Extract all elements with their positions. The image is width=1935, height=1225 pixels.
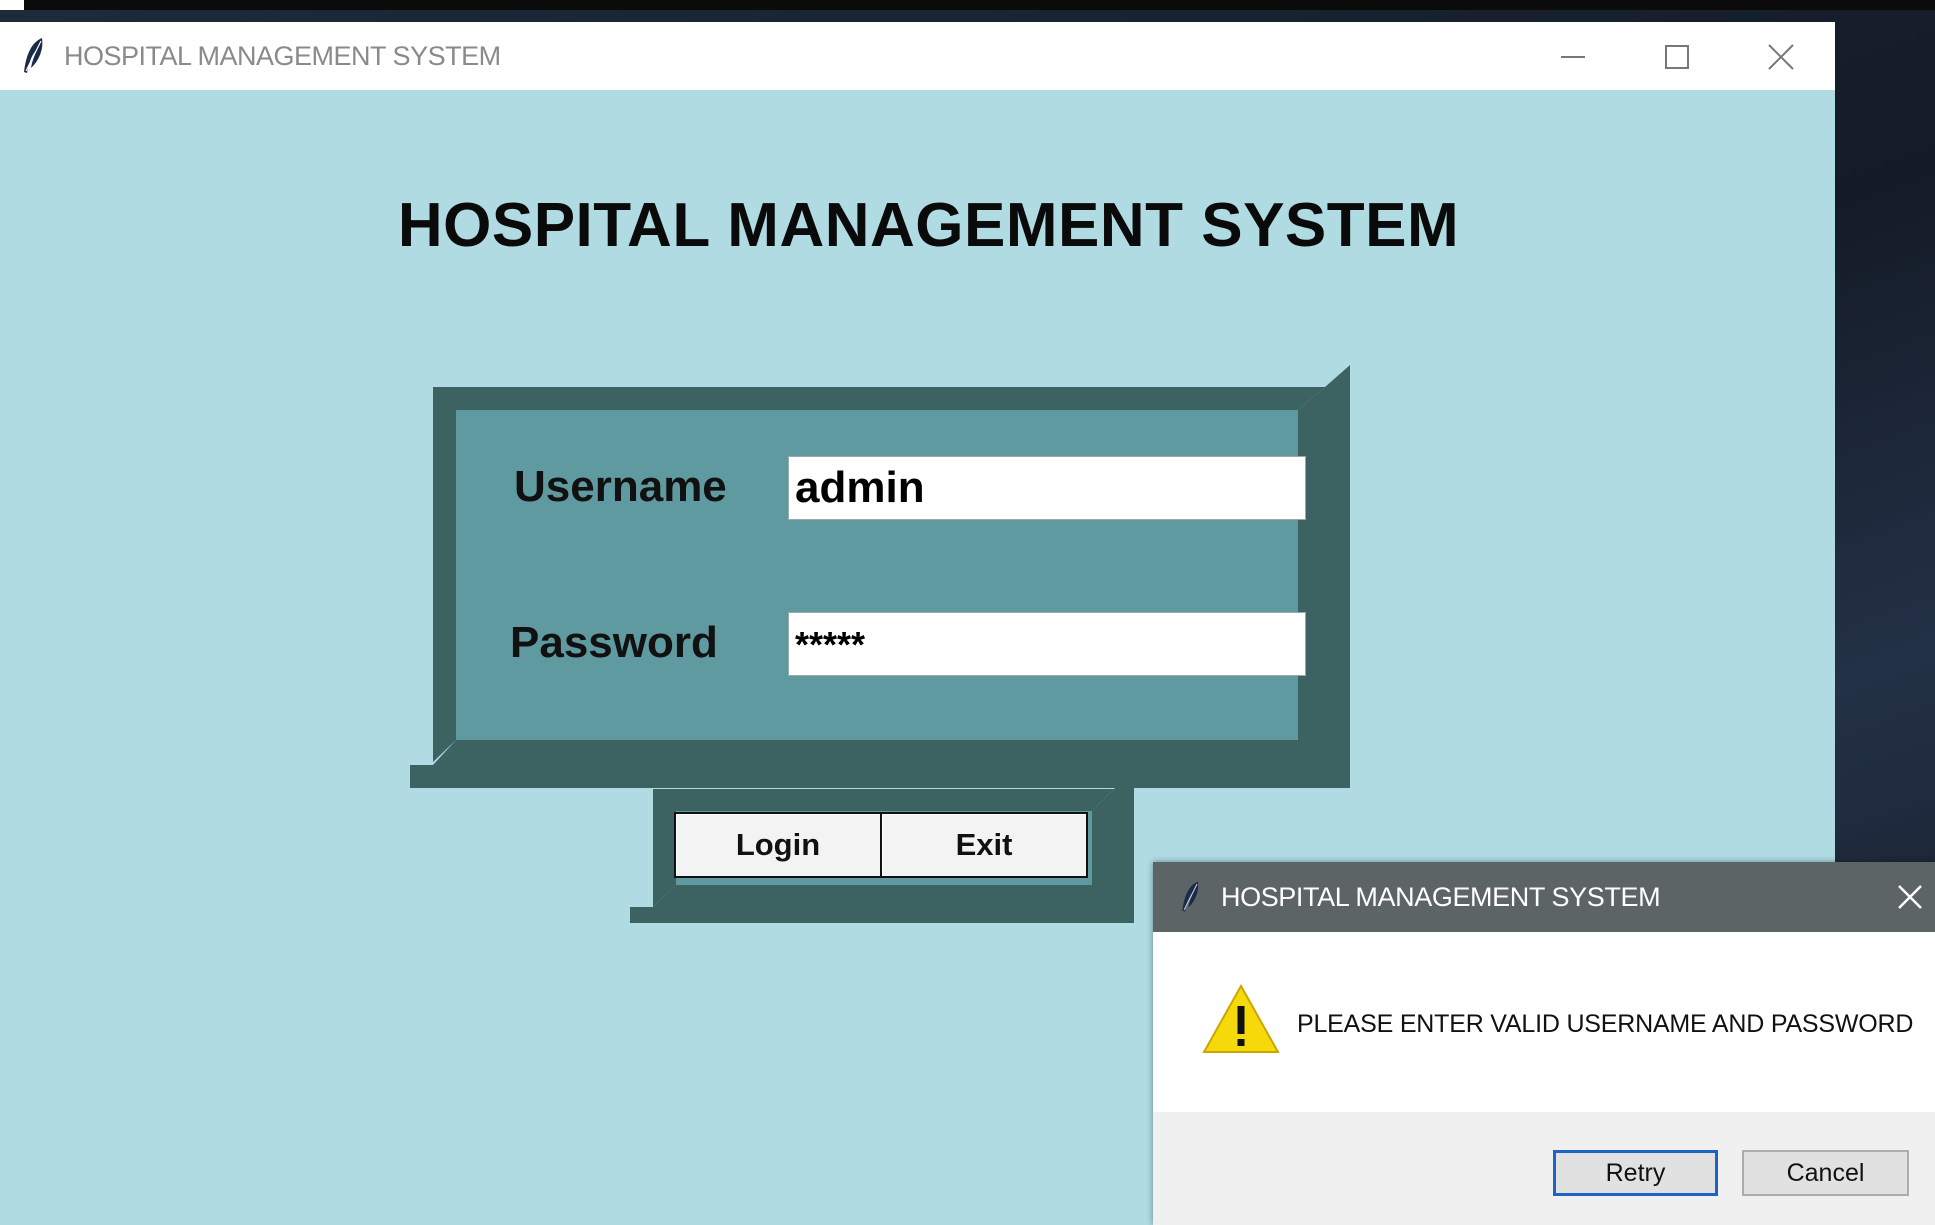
minimize-icon [1561,56,1585,58]
dialog-message: PLEASE ENTER VALID USERNAME AND PASSWORD [1297,1010,1914,1038]
message-dialog: HOSPITAL MANAGEMENT SYSTEM PLEASE ENTER … [1153,862,1935,1225]
maximize-button[interactable] [1632,22,1722,90]
exit-button[interactable]: Exit [880,812,1088,878]
login-frame [410,365,1350,788]
password-label: Password [510,618,718,667]
feather-icon [24,38,43,73]
dialog-footer: Retry Cancel [1153,1112,1935,1225]
retry-button[interactable]: Retry [1553,1150,1718,1196]
minimize-button[interactable] [1528,22,1618,90]
feather-icon [1182,881,1199,912]
cancel-button[interactable]: Cancel [1742,1150,1909,1196]
dialog-title: HOSPITAL MANAGEMENT SYSTEM [1221,882,1661,912]
dialog-titlebar[interactable]: HOSPITAL MANAGEMENT SYSTEM [1153,862,1935,932]
username-input[interactable] [788,456,1306,520]
window-title: HOSPITAL MANAGEMENT SYSTEM [64,41,501,71]
top-strip [0,0,1935,10]
page-title: HOSPITAL MANAGEMENT SYSTEM [397,191,1460,260]
close-button[interactable] [1736,22,1826,90]
maximize-icon [1665,45,1689,69]
login-button[interactable]: Login [674,812,882,878]
close-icon [1768,44,1794,70]
password-input[interactable] [788,612,1306,676]
username-label: Username [514,462,727,511]
close-icon[interactable] [1893,880,1927,914]
window-titlebar[interactable]: HOSPITAL MANAGEMENT SYSTEM [0,22,1835,90]
warning-icon [1202,983,1280,1053]
